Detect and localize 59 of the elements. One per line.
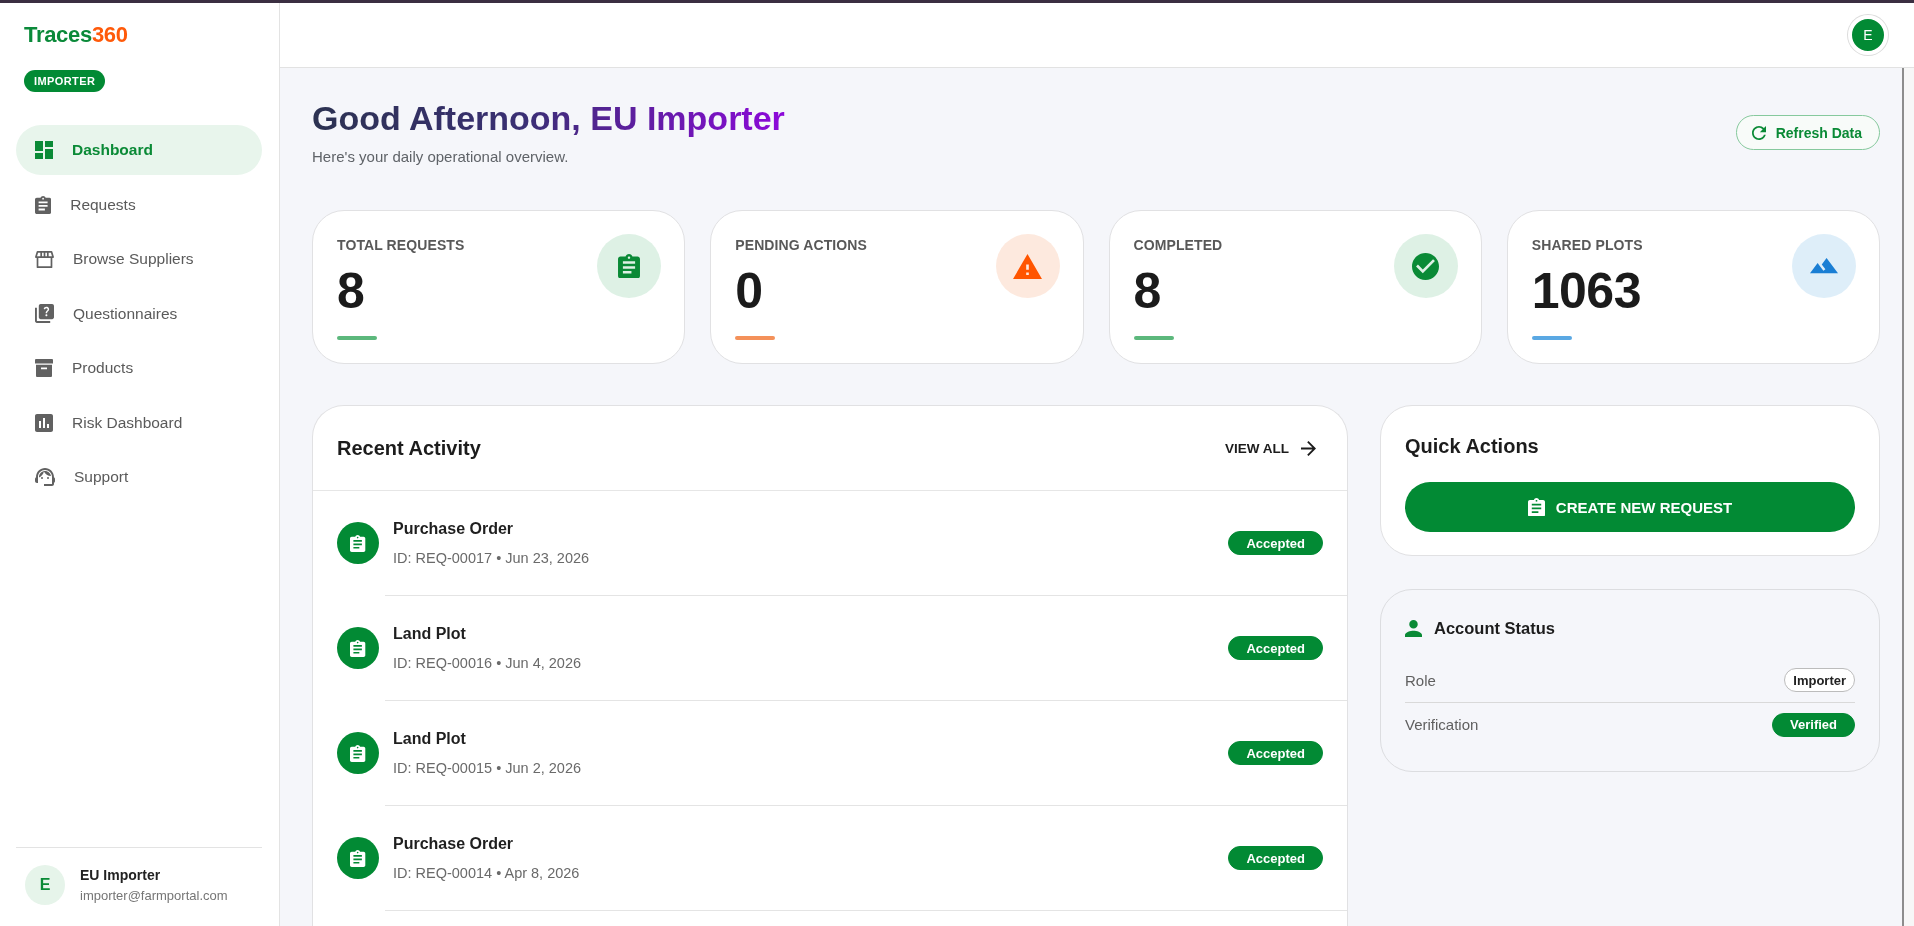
section-title: Recent Activity (337, 436, 481, 460)
status-badge: Accepted (1228, 846, 1323, 870)
refresh-button[interactable]: Refresh Data (1735, 115, 1880, 150)
field-label: Verification (1405, 716, 1479, 733)
nav-item[interactable]: Risk Dashboard (16, 397, 262, 448)
status-badge: Accepted (1228, 531, 1323, 555)
stat-value: 0 (735, 263, 763, 319)
stat-value: 8 (337, 263, 365, 319)
create-request-button[interactable]: CREATE NEW REQUEST (1405, 482, 1855, 532)
role-badge: IMPORTER (24, 70, 106, 92)
stat-value: 1063 (1531, 263, 1641, 319)
view-all-link[interactable]: VIEW ALL (1225, 440, 1316, 456)
person-icon (1405, 619, 1422, 637)
nav-item[interactable]: Products (16, 343, 262, 393)
clipboard-icon (337, 732, 379, 774)
field-label: Role (1405, 671, 1436, 689)
arrow-right-icon (1301, 440, 1316, 456)
stat-label: SHARED PLOTS (1531, 237, 1643, 253)
user-name: EU Importer (80, 866, 161, 884)
stat-label: TOTAL REQUESTS (337, 237, 465, 253)
status-badge: Accepted (1228, 636, 1323, 660)
status-badge: Accepted (1228, 741, 1323, 765)
refresh-icon (1751, 125, 1766, 140)
user-email: importer@farmportal.com (80, 887, 228, 904)
activity-meta: ID: REQ-00017 • Jun 23, 2026 (393, 548, 590, 568)
nav-item[interactable]: Questionnaires (16, 288, 262, 339)
status-badge: Verified (1772, 712, 1855, 737)
nav-item[interactable]: Browse Suppliers (16, 234, 262, 284)
dashboard-icon (35, 141, 53, 159)
user-avatar: E (25, 865, 65, 905)
logo: Traces360 (24, 22, 128, 48)
nav-item[interactable]: Dashboard (16, 125, 262, 175)
headset-icon (35, 468, 55, 486)
nav-item[interactable]: Requests (16, 179, 262, 230)
storefront-icon (35, 250, 54, 268)
activity-title: Purchase Order (393, 833, 514, 854)
stat-value: 8 (1133, 263, 1161, 319)
nav-item[interactable]: Support (16, 452, 262, 502)
stat-label: COMPLETED (1133, 237, 1223, 253)
clipboard-icon (1527, 497, 1545, 517)
activity-title: Purchase Order (393, 518, 514, 539)
activity-meta: ID: REQ-00015 • Jun 2, 2026 (393, 758, 582, 778)
section-title: Quick Actions (1405, 434, 1540, 458)
activity-title: Land Plot (393, 623, 466, 644)
activity-meta: ID: REQ-00014 • Apr 8, 2026 (393, 863, 580, 883)
archive-box-icon (35, 359, 53, 377)
section-title: Account Status (1434, 618, 1555, 638)
stat-label: PENDING ACTIONS (735, 237, 867, 253)
activity-meta: ID: REQ-00016 • Jun 4, 2026 (393, 653, 582, 673)
clipboard-icon (337, 837, 379, 879)
clipboard-icon (337, 522, 379, 564)
bar-chart-icon (35, 413, 53, 432)
user-avatar[interactable]: E (1848, 15, 1888, 55)
activity-title: Land Plot (393, 728, 466, 749)
greeting-subtitle: Here's your daily operational overview. (312, 147, 569, 167)
role-badge: Importer (1784, 668, 1855, 692)
question-pages-icon (35, 304, 54, 323)
clipboard-icon (337, 627, 379, 669)
clipboard-icon (35, 195, 52, 214)
